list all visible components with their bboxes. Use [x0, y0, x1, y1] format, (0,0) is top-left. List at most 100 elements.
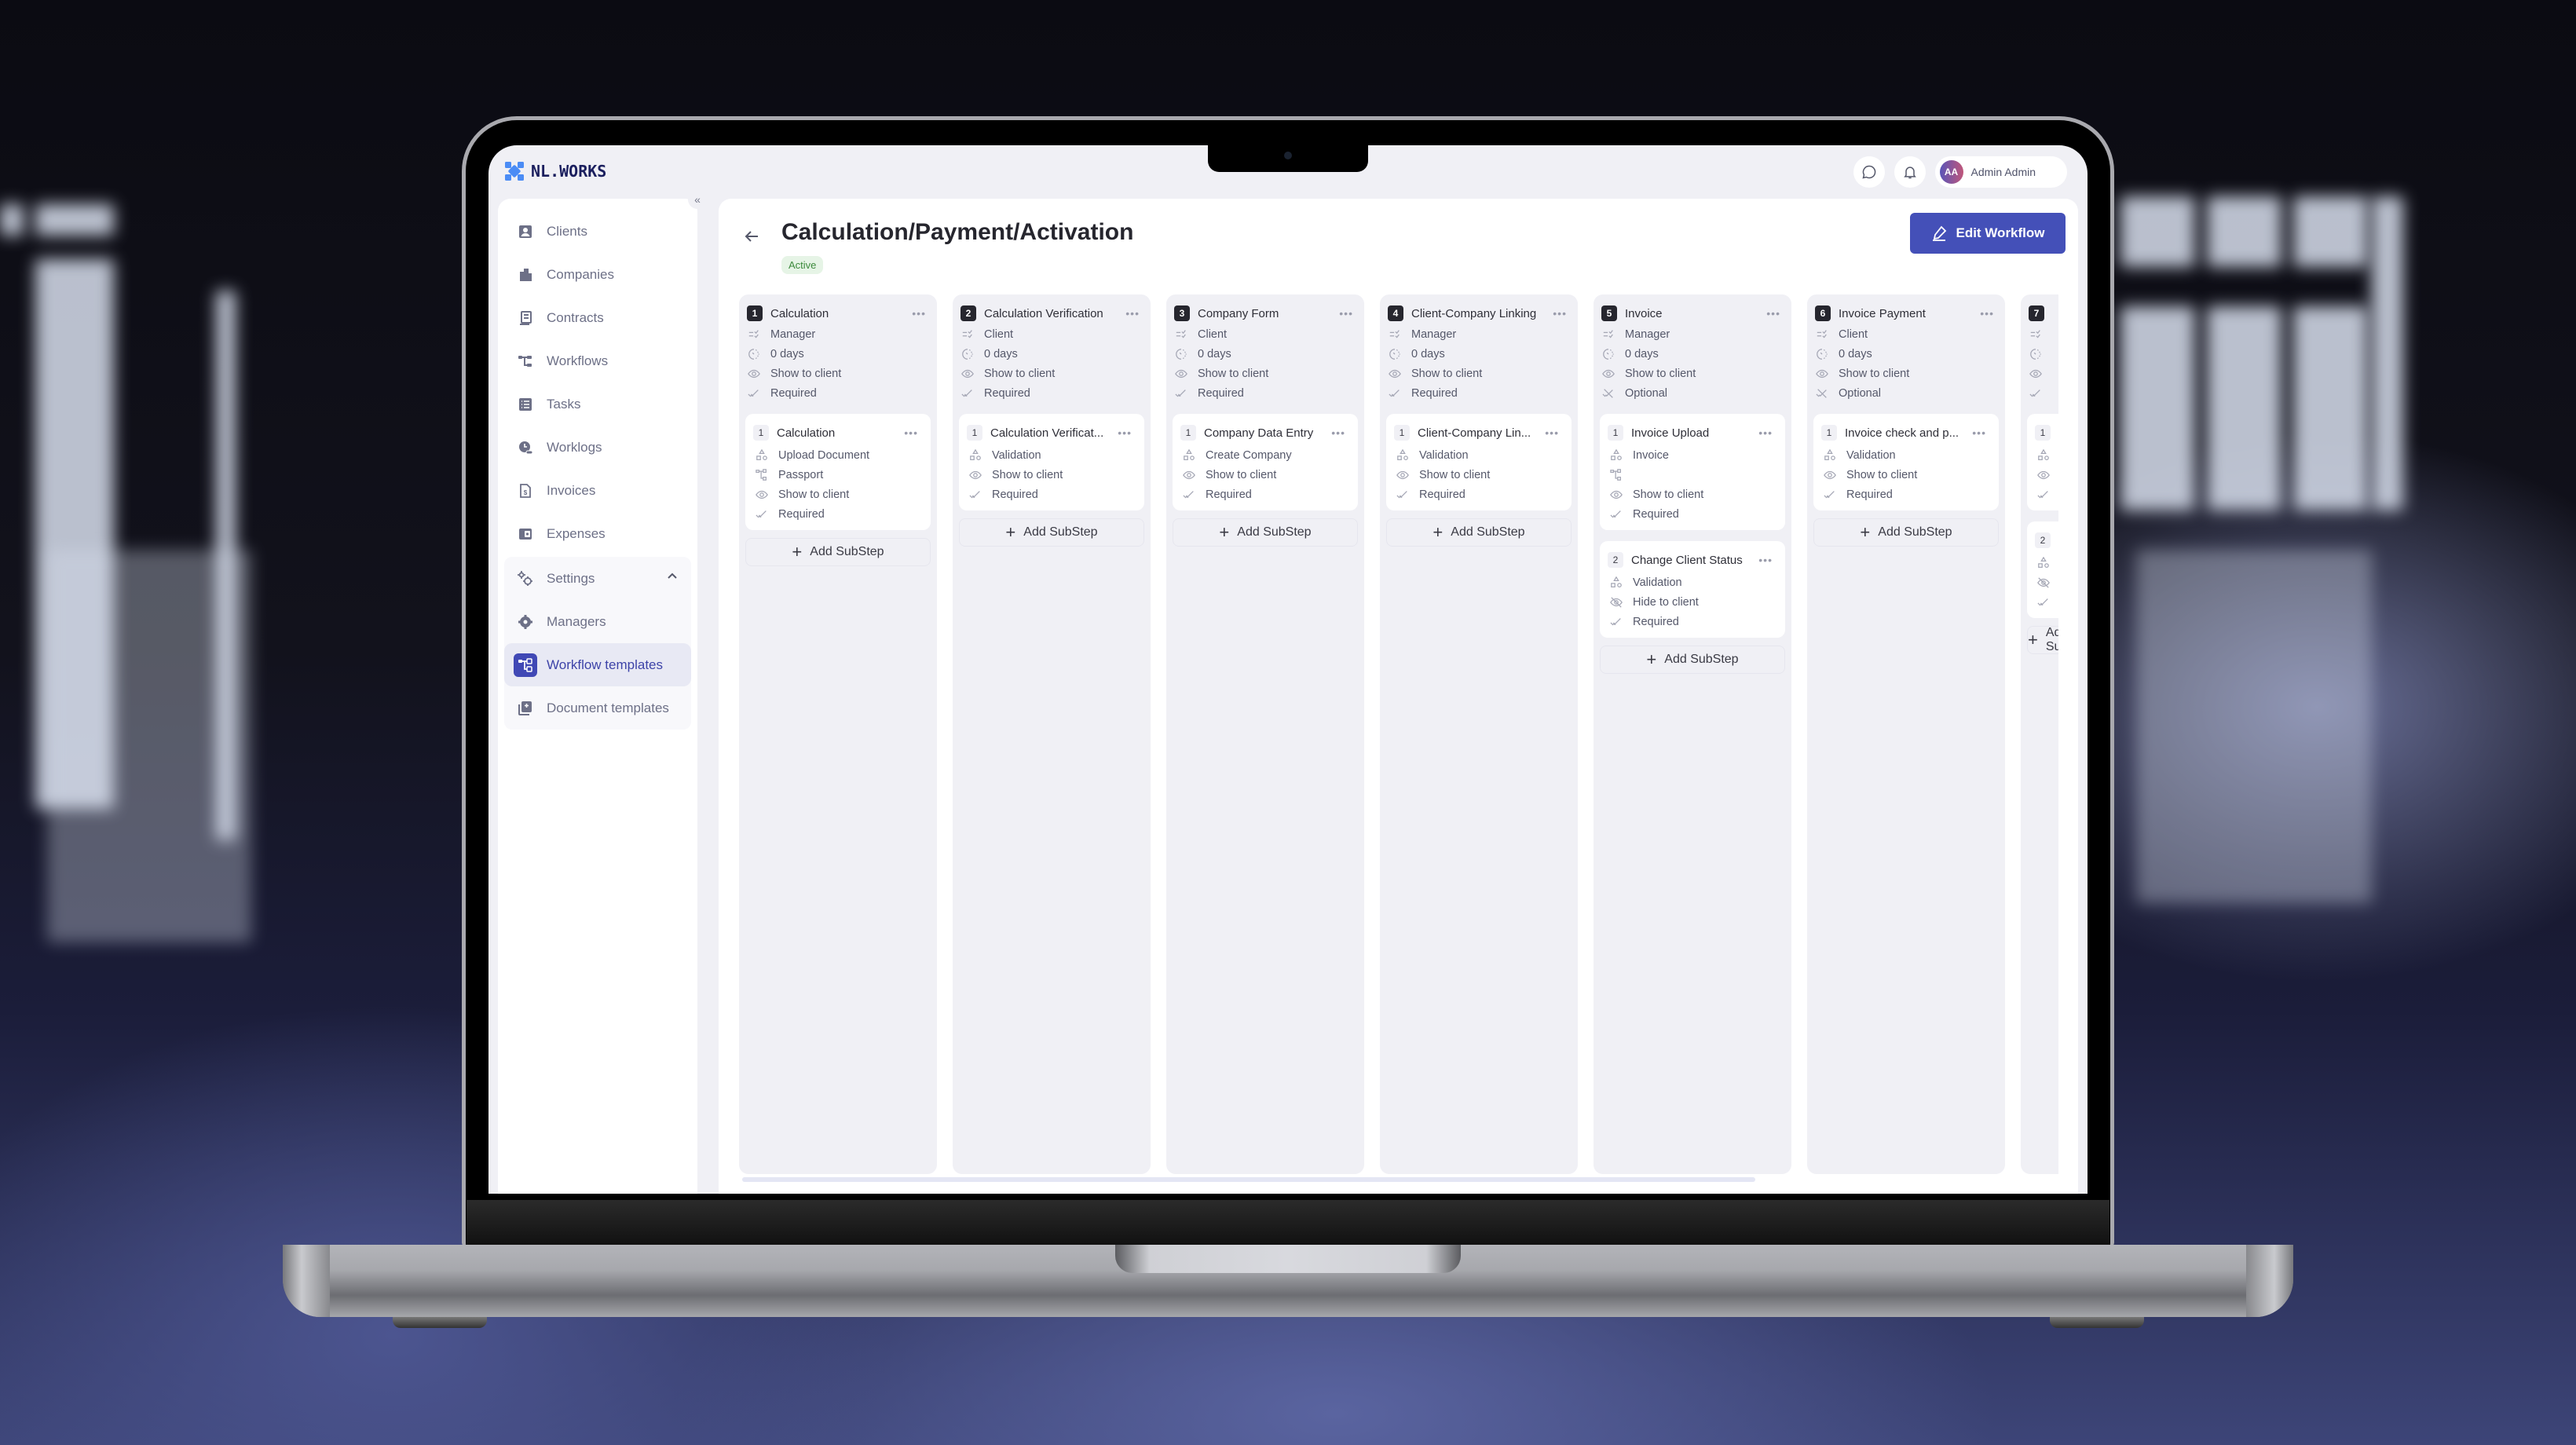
meta-row: Invoice	[1608, 445, 1777, 465]
more-options-button[interactable]: •••	[1121, 307, 1144, 320]
sidebar-item-managers[interactable]: Managers	[504, 600, 691, 643]
more-options-button[interactable]: •••	[1967, 426, 1991, 439]
meta-row: Upload Document	[753, 445, 923, 465]
meta-value: Show to client	[1411, 367, 1483, 380]
substep-header: 2•••	[2035, 529, 2058, 551]
meta-row: 0 days	[1173, 344, 1358, 364]
laptop-foot	[393, 1317, 487, 1328]
sidebar-item-expenses[interactable]: Expenses	[504, 512, 691, 555]
eye-icon	[1609, 488, 1623, 502]
substep-card[interactable]: 1 Invoice check and p... ••• Validation Show…	[1813, 414, 1999, 510]
brand-logo[interactable]: NL.WORKS	[504, 161, 606, 181]
add-substep-button[interactable]: + Add SubStep	[1386, 518, 1572, 547]
chat-button[interactable]	[1853, 156, 1885, 188]
bell-icon	[1903, 166, 1916, 179]
substep-card[interactable]: 1 Invoice Upload ••• Invoice Show to client R…	[1600, 414, 1785, 530]
substep-type-icon	[2036, 556, 2051, 570]
meta-value: Passport	[778, 468, 824, 481]
user-menu[interactable]: AA Admin Admin	[1934, 156, 2067, 188]
sidebar-item-workflows[interactable]: Workflows	[504, 339, 691, 382]
meta-row: Manager	[1386, 324, 1572, 344]
meta-value: 0 days	[1411, 347, 1445, 360]
substep-type-icon	[1823, 448, 1837, 463]
double-check-icon	[968, 488, 982, 502]
sidebar-item-workflow-templates[interactable]: Workflow templates	[504, 643, 691, 686]
substep-card[interactable]: 1 Company Data Entry ••• Create Company Show…	[1173, 414, 1358, 510]
meta-value: Show to client	[1625, 367, 1696, 380]
wallet-icon	[517, 525, 534, 543]
step-title: Calculation Verification	[984, 306, 1103, 320]
svg-text:$: $	[524, 489, 528, 496]
edit-workflow-button[interactable]: Edit Workflow	[1910, 213, 2066, 254]
add-substep-label: Add SubStep	[1664, 653, 1739, 666]
sidebar-item-companies[interactable]: Companies	[504, 253, 691, 296]
eye-icon	[1815, 367, 1829, 381]
add-substep-button[interactable]: + Add SubStep	[1600, 646, 1785, 674]
meta-row	[2027, 383, 2058, 403]
substep-card[interactable]: 1 Client-Company Lin... ••• Validation Show …	[1386, 414, 1572, 510]
meta-value: Required	[1419, 488, 1465, 501]
substep-card[interactable]: 1•••	[2027, 414, 2058, 510]
add-substep-button[interactable]: + Add SubStep	[959, 518, 1144, 547]
meta-row: Hide to client	[1608, 592, 1777, 612]
meta-value: Required	[1846, 488, 1893, 501]
substep-number: 1	[1394, 425, 1410, 441]
add-substep-button[interactable]: + Add SubStep	[1173, 518, 1358, 547]
more-options-button[interactable]: •••	[899, 426, 923, 439]
document-icon	[517, 309, 534, 327]
substep-card[interactable]: 2•••	[2027, 521, 2058, 618]
sidebar-item-contracts[interactable]: Contracts	[504, 296, 691, 339]
eye-off-icon	[1609, 595, 1623, 609]
horizontal-scrollbar[interactable]	[742, 1177, 1755, 1182]
step-column: 1 Calculation ••• Manager 0 days Show to clie…	[739, 294, 937, 1174]
step-column: 7••• 1••• 2••• + Add SubStep	[2021, 294, 2058, 1174]
more-options-button[interactable]: •••	[1975, 307, 1999, 320]
sidebar-item-label: Managers	[547, 613, 606, 629]
plus-icon: +	[1219, 522, 1230, 542]
meta-row	[2027, 344, 2058, 364]
more-options-button[interactable]: •••	[1113, 426, 1136, 439]
meta-value: Required	[1206, 488, 1252, 501]
meta-row: Optional	[1813, 383, 1999, 403]
more-options-button[interactable]: •••	[1754, 554, 1777, 566]
more-options-button[interactable]: •••	[1326, 426, 1350, 439]
meta-value: Client	[984, 327, 1014, 341]
meta-row: 0 days	[959, 344, 1144, 364]
notifications-button[interactable]	[1894, 156, 1926, 188]
more-options-button[interactable]: •••	[1334, 307, 1358, 320]
main-panel: Calculation/Payment/Activation Active Ed…	[719, 199, 2078, 1194]
sidebar-item-invoices[interactable]: $ Invoices	[504, 469, 691, 512]
add-substep-button[interactable]: + Add SubStep	[1813, 518, 1999, 547]
add-substep-button[interactable]: + Add SubStep	[2027, 626, 2058, 654]
step-header: 1 Calculation •••	[745, 302, 931, 324]
chevron-up-icon[interactable]	[666, 570, 679, 587]
substep-card[interactable]: 2 Change Client Status ••• Validation Hide t…	[1600, 541, 1785, 638]
add-substep-button[interactable]: + Add SubStep	[745, 538, 931, 566]
more-options-button[interactable]: •••	[1540, 426, 1564, 439]
substep-card[interactable]: 1 Calculation ••• Upload Document Passport Sh…	[745, 414, 931, 530]
eye-icon	[1182, 468, 1196, 482]
more-options-button[interactable]: •••	[1754, 426, 1777, 439]
substep-card[interactable]: 1 Calculation Verificat... ••• Validation Sh…	[959, 414, 1144, 510]
invoice-dollar-icon: $	[517, 482, 534, 499]
assignee-icon	[1174, 327, 1188, 342]
app-screen: NL.WORKS AA Admin Admin « Clients Compan…	[488, 145, 2088, 1194]
more-options-button[interactable]: •••	[1762, 307, 1785, 320]
sidebar-item-clients[interactable]: Clients	[504, 210, 691, 253]
duration-clock-icon	[1815, 347, 1829, 361]
more-options-button[interactable]: •••	[1548, 307, 1572, 320]
meta-row: Show to client	[967, 465, 1136, 485]
duration-clock-icon	[1601, 347, 1615, 361]
laptop-chin	[467, 1200, 2109, 1246]
sidebar-item-tasks[interactable]: Tasks	[504, 382, 691, 426]
background-window	[0, 204, 24, 236]
back-button[interactable]	[741, 225, 763, 247]
double-check-icon	[2036, 595, 2051, 609]
sidebar-item-worklogs[interactable]: Worklogs	[504, 426, 691, 469]
more-options-button[interactable]: •••	[907, 307, 931, 320]
collapse-sidebar-button[interactable]: «	[688, 190, 707, 209]
step-column: 3 Company Form ••• Client 0 days Show to clie…	[1166, 294, 1364, 1174]
meta-value: Client	[1198, 327, 1228, 341]
sidebar-item-settings[interactable]: Settings	[504, 557, 691, 600]
sidebar-item-document-templates[interactable]: Document templates	[504, 686, 691, 730]
